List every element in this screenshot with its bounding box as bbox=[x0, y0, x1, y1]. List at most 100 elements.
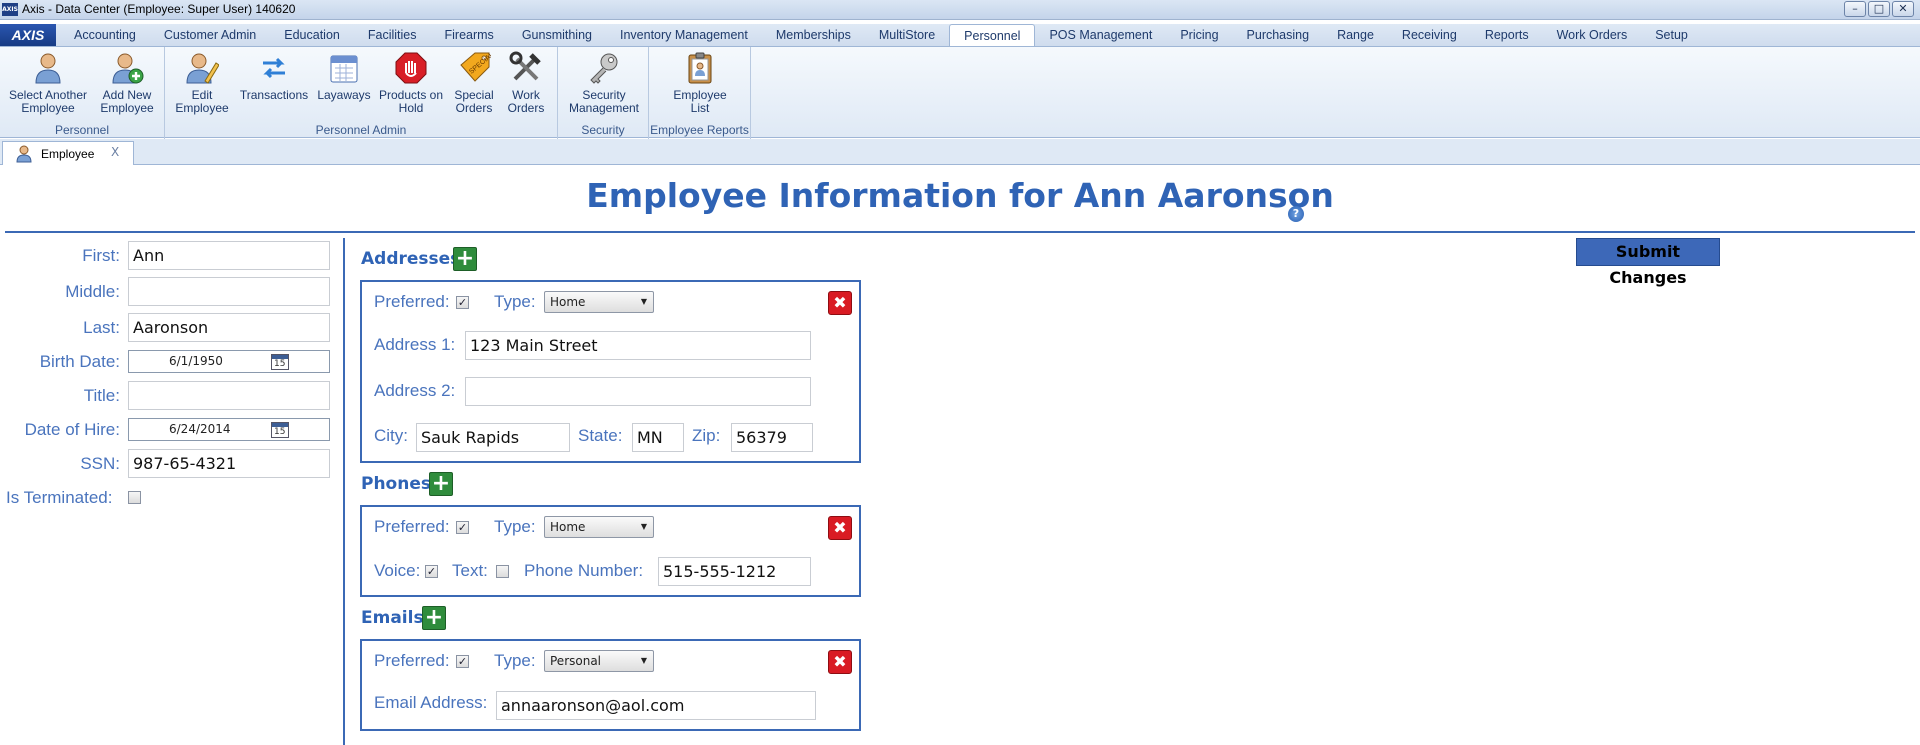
ribbon-group-caption: Employee Reports bbox=[650, 123, 749, 137]
tab-pos-management[interactable]: POS Management bbox=[1035, 24, 1166, 46]
edit-employee-button[interactable]: Edit Employee bbox=[171, 51, 233, 115]
add-phone-button[interactable]: + bbox=[429, 472, 453, 496]
email-preferred-label: Preferred: bbox=[374, 651, 450, 670]
add-person-icon bbox=[112, 53, 144, 84]
date-of-hire-value: 6/24/2014 bbox=[169, 422, 231, 436]
document-tab-employee[interactable]: Employee X bbox=[2, 141, 134, 165]
tab-customer-admin[interactable]: Customer Admin bbox=[150, 24, 270, 46]
select-another-employee-button[interactable]: Select Another Employee bbox=[6, 51, 90, 115]
address-type-select[interactable]: Home ▼ bbox=[544, 291, 654, 313]
transactions-button[interactable]: Transactions bbox=[237, 51, 311, 102]
tab-purchasing[interactable]: Purchasing bbox=[1233, 24, 1324, 46]
stop-hand-icon bbox=[395, 52, 427, 84]
address-type-label: Type: bbox=[494, 292, 536, 311]
city-label: City: bbox=[374, 426, 408, 445]
address1-field[interactable]: 123 Main Street bbox=[465, 331, 811, 360]
tab-reports[interactable]: Reports bbox=[1471, 24, 1543, 46]
minimize-button[interactable]: – bbox=[1844, 1, 1866, 17]
tab-memberships[interactable]: Memberships bbox=[762, 24, 865, 46]
first-name-label: First: bbox=[82, 246, 120, 265]
layaways-button[interactable]: Layaways bbox=[315, 51, 373, 102]
header-divider bbox=[5, 231, 1915, 233]
edit-person-icon bbox=[186, 53, 219, 84]
zip-label: Zip: bbox=[692, 426, 721, 445]
state-label: State: bbox=[578, 426, 623, 445]
ribbon-group-caption: Security bbox=[581, 123, 625, 137]
address-preferred-label: Preferred: bbox=[374, 292, 450, 311]
tab-work-orders[interactable]: Work Orders bbox=[1543, 24, 1642, 46]
chevron-down-icon: ▼ bbox=[640, 297, 647, 306]
tab-education[interactable]: Education bbox=[270, 24, 354, 46]
close-button[interactable]: ✕ bbox=[1892, 1, 1914, 17]
tab-setup[interactable]: Setup bbox=[1641, 24, 1702, 46]
address2-field[interactable] bbox=[465, 377, 811, 406]
voice-checkbox[interactable]: ✓ bbox=[425, 565, 438, 578]
add-new-employee-button[interactable]: Add New Employee bbox=[95, 51, 159, 115]
employee-list-button[interactable]: Employee List bbox=[663, 51, 737, 115]
email-address-label: Email Address: bbox=[374, 693, 488, 712]
phone-preferred-checkbox[interactable]: ✓ bbox=[456, 521, 469, 534]
key-icon bbox=[590, 53, 618, 84]
maximize-button[interactable]: □ bbox=[1868, 1, 1890, 17]
email-type-select[interactable]: Personal ▼ bbox=[544, 650, 654, 672]
phone-preferred-label: Preferred: bbox=[374, 517, 450, 536]
ribbon-group-caption: Personnel bbox=[54, 123, 110, 137]
date-of-hire-label: Date of Hire: bbox=[24, 420, 120, 439]
address-card: Preferred: ✓ Type: Home ▼ ✖ Address 1: 1… bbox=[360, 280, 861, 463]
tab-gunsmithing[interactable]: Gunsmithing bbox=[508, 24, 606, 46]
axis-menu-button[interactable]: AXIS bbox=[0, 24, 56, 46]
products-on-hold-button[interactable]: Products on Hold bbox=[375, 51, 447, 115]
calendar-icon[interactable]: 15 bbox=[271, 422, 289, 438]
submit-changes-button[interactable]: Submit Changes bbox=[1576, 238, 1720, 287]
last-name-field[interactable]: Aaronson bbox=[128, 313, 330, 342]
is-terminated-checkbox[interactable] bbox=[128, 491, 141, 504]
first-name-field[interactable]: Ann bbox=[128, 241, 330, 270]
security-management-button[interactable]: Security Management bbox=[564, 51, 644, 115]
add-address-button[interactable]: + bbox=[453, 247, 477, 271]
text-label: Text: bbox=[452, 561, 488, 580]
phone-type-select[interactable]: Home ▼ bbox=[544, 516, 654, 538]
tab-inventory-management[interactable]: Inventory Management bbox=[606, 24, 762, 46]
date-of-hire-picker[interactable]: 6/24/2014 15 bbox=[128, 418, 330, 441]
address-preferred-checkbox[interactable]: ✓ bbox=[456, 296, 469, 309]
document-tab-close-icon[interactable]: X bbox=[111, 145, 119, 159]
tab-multistore[interactable]: MultiStore bbox=[865, 24, 949, 46]
tab-accounting[interactable]: Accounting bbox=[60, 24, 150, 46]
tab-facilities[interactable]: Facilities bbox=[354, 24, 431, 46]
tab-pricing[interactable]: Pricing bbox=[1166, 24, 1232, 46]
tab-receiving[interactable]: Receiving bbox=[1388, 24, 1471, 46]
transactions-arrows-icon bbox=[263, 57, 285, 79]
add-email-button[interactable]: + bbox=[422, 606, 446, 630]
calendar-icon[interactable]: 15 bbox=[271, 354, 289, 370]
work-orders-button[interactable]: Work Orders bbox=[501, 51, 551, 115]
page-title: Employee Information for Ann Aaronson bbox=[586, 176, 1334, 215]
window-controls: – □ ✕ bbox=[1844, 1, 1914, 17]
window-titlebar: AXIS Axis - Data Center (Employee: Super… bbox=[0, 0, 1920, 20]
title-field[interactable] bbox=[128, 381, 330, 410]
special-orders-button[interactable]: SPECIAL Special Orders bbox=[449, 51, 499, 115]
clipboard-icon bbox=[688, 52, 712, 84]
zip-field[interactable]: 56379 bbox=[731, 423, 813, 452]
document-tab-bar: Employee X bbox=[0, 139, 1920, 165]
tab-personnel[interactable]: Personnel bbox=[949, 24, 1036, 46]
delete-email-button[interactable]: ✖ bbox=[828, 650, 852, 674]
phone-number-field[interactable]: 515-555-1212 bbox=[658, 557, 811, 586]
city-field[interactable]: Sauk Rapids bbox=[416, 423, 570, 452]
delete-phone-button[interactable]: ✖ bbox=[828, 516, 852, 540]
tab-range[interactable]: Range bbox=[1323, 24, 1388, 46]
is-terminated-label: Is Terminated: bbox=[6, 488, 113, 507]
email-preferred-checkbox[interactable]: ✓ bbox=[456, 655, 469, 668]
ribbon-group-caption: Personnel Admin bbox=[315, 123, 407, 137]
middle-name-field[interactable] bbox=[128, 277, 330, 306]
birth-date-picker[interactable]: 6/1/1950 15 bbox=[128, 350, 330, 373]
text-checkbox[interactable] bbox=[496, 565, 509, 578]
phone-type-label: Type: bbox=[494, 517, 536, 536]
email-address-field[interactable]: annaaronson@aol.com bbox=[496, 691, 816, 720]
help-icon[interactable]: ? bbox=[1288, 206, 1304, 222]
email-type-label: Type: bbox=[494, 651, 536, 670]
state-field[interactable]: MN bbox=[632, 423, 684, 452]
ribbon-panel: Select Another Employee Add New Employee… bbox=[0, 46, 1920, 139]
tab-firearms[interactable]: Firearms bbox=[431, 24, 508, 46]
ssn-field[interactable]: 987-65-4321 bbox=[128, 449, 330, 478]
delete-address-button[interactable]: ✖ bbox=[828, 291, 852, 315]
